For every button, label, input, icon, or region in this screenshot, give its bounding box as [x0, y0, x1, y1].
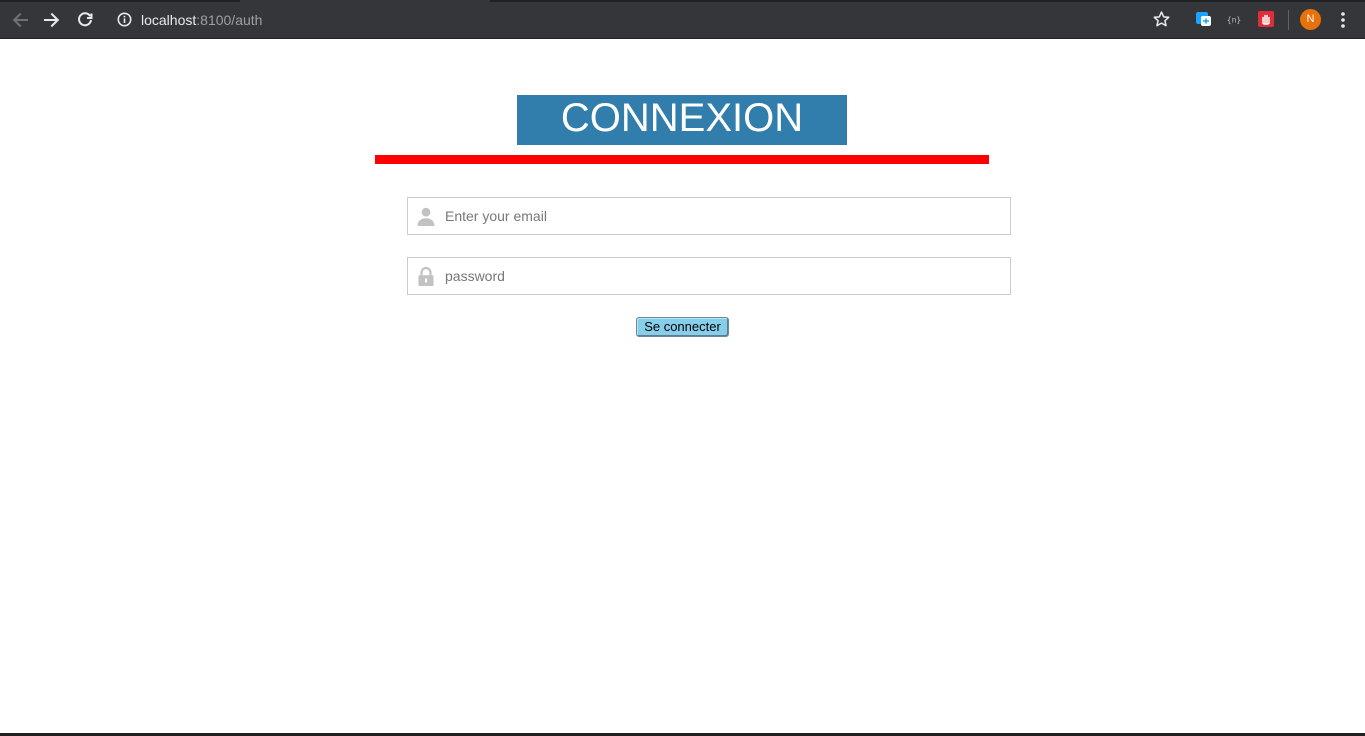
- login-button[interactable]: Se connecter: [636, 317, 729, 337]
- url-text[interactable]: localhost:8100/auth: [141, 12, 262, 28]
- reload-button[interactable]: [72, 7, 98, 33]
- toolbar-separator: [1288, 10, 1289, 30]
- profile-avatar[interactable]: N: [1300, 9, 1321, 30]
- tab-strip: [0, 0, 1365, 2]
- translate-extension-icon[interactable]: [1196, 11, 1212, 27]
- email-field[interactable]: [407, 197, 1011, 235]
- page-title: CONNEXION: [517, 95, 847, 145]
- reload-icon: [78, 12, 93, 27]
- info-icon[interactable]: [117, 12, 132, 27]
- kebab-menu-icon[interactable]: [1336, 10, 1350, 30]
- arrow-right-icon: [44, 12, 60, 28]
- adblock-extension-icon[interactable]: [1258, 11, 1274, 27]
- back-button[interactable]: [7, 7, 33, 33]
- browser-toolbar: localhost:8100/auth {​n} N: [0, 0, 1365, 39]
- address-bar[interactable]: localhost:8100/auth: [106, 4, 1184, 35]
- svg-text:{​n}: {​n}: [1227, 16, 1241, 25]
- url-path: :8100/auth: [196, 12, 263, 28]
- password-field[interactable]: [407, 257, 1011, 295]
- lock-icon: [418, 267, 434, 286]
- title-divider: [375, 155, 989, 164]
- arrow-left-icon: [12, 12, 28, 28]
- user-icon: [417, 207, 435, 226]
- email-input[interactable]: [445, 198, 1005, 234]
- password-input[interactable]: [445, 258, 1005, 294]
- bookmark-star-icon[interactable]: [1152, 10, 1171, 29]
- forward-button[interactable]: [39, 7, 65, 33]
- login-page: CONNEXION Se connecter: [0, 39, 1365, 734]
- url-host: localhost: [141, 12, 197, 28]
- active-tab-edge: [240, 0, 490, 2]
- json-viewer-extension-icon[interactable]: {​n}: [1226, 11, 1242, 27]
